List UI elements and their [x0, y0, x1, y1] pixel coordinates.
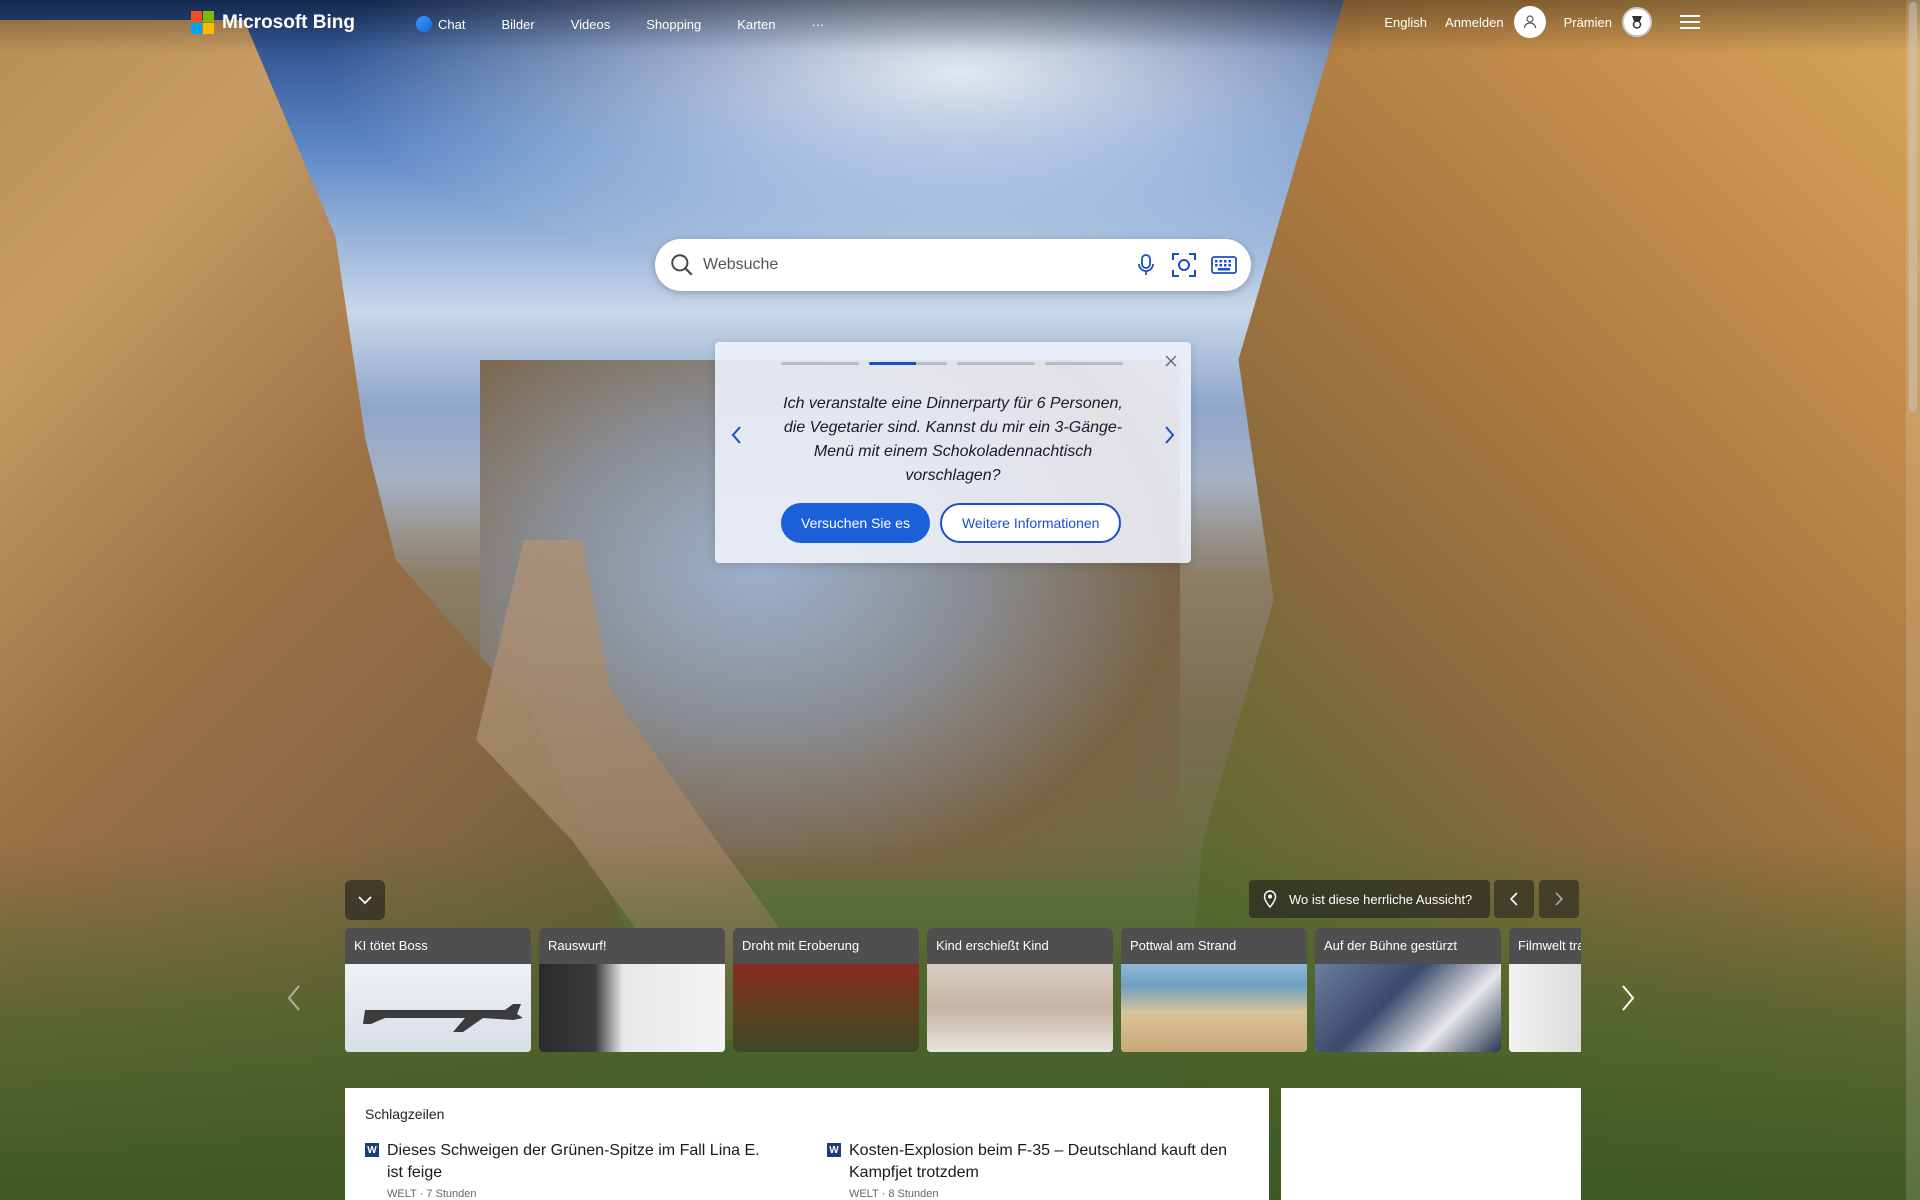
headline-item[interactable]: W Kosten-Explosion beim F-35 – Deutschla…	[827, 1140, 1233, 1200]
promo-actions: Versuchen Sie es Weitere Informationen	[781, 503, 1122, 543]
slide-indicator[interactable]	[957, 362, 1035, 365]
nav-shopping[interactable]: Shopping	[646, 16, 701, 32]
chevron-right-icon	[1555, 892, 1564, 906]
search-input[interactable]	[703, 256, 1135, 274]
more-icon: ···	[811, 16, 825, 32]
bing-logo[interactable]: Microsoft Bing	[191, 11, 355, 34]
brand-name: Microsoft Bing	[222, 11, 355, 33]
microphone-icon[interactable]	[1135, 253, 1157, 277]
headline-meta: WELT · 7 Stunden	[387, 1188, 477, 1200]
card-title: Rauswurf!	[539, 928, 725, 964]
try-it-button[interactable]: Versuchen Sie es	[781, 503, 930, 543]
card-title: KI tötet Boss	[345, 928, 531, 964]
slide-indicator[interactable]	[781, 362, 859, 365]
headlines-panel: Schlagzeilen W Dieses Schweigen der Grün…	[345, 1088, 1269, 1200]
language-link[interactable]: English	[1384, 15, 1427, 30]
chevron-down-icon	[358, 896, 372, 905]
nav-videos[interactable]: Videos	[571, 16, 611, 32]
nav-maps[interactable]: Karten	[737, 16, 775, 32]
signin-link[interactable]: Anmelden	[1445, 15, 1504, 30]
location-pin-icon	[1263, 890, 1277, 908]
headline-meta: WELT · 8 Stunden	[849, 1188, 939, 1200]
nav-more[interactable]: ···	[812, 16, 825, 32]
source-logo-icon: W	[827, 1143, 841, 1157]
card-title: Filmwelt tra	[1509, 928, 1581, 964]
card-image	[345, 964, 531, 1052]
keyboard-icon[interactable]	[1211, 255, 1237, 275]
location-question: Wo ist diese herrliche Aussicht?	[1289, 891, 1473, 907]
card-image	[539, 964, 725, 1052]
carousel-card[interactable]: KI tötet Boss	[345, 928, 531, 1052]
slide-indicator[interactable]	[1045, 362, 1123, 365]
nav-label: Karten	[737, 16, 776, 32]
rewards-link[interactable]: Prämien	[1564, 15, 1612, 30]
carousel-prev-icon[interactable]	[286, 984, 302, 1012]
nav-images[interactable]: Bilder	[501, 16, 534, 32]
carousel-card[interactable]: Rauswurf!	[539, 928, 725, 1052]
nav-label: Bilder	[501, 16, 535, 32]
nav-chat[interactable]: Chat	[416, 16, 465, 32]
news-carousel: KI tötet Boss Rauswurf! Droht mit Erober…	[345, 928, 1581, 1052]
card-image	[733, 964, 919, 1052]
headline-title: Kosten-Explosion beim F-35 – Deutschland…	[849, 1142, 1227, 1181]
collapse-feed-button[interactable]	[345, 880, 385, 920]
chevron-right-icon[interactable]	[1163, 424, 1177, 446]
user-icon[interactable]	[1513, 6, 1546, 38]
chat-icon	[416, 16, 432, 32]
image-location-button[interactable]: Wo ist diese herrliche Aussicht?	[1249, 880, 1491, 918]
carousel-card[interactable]: Droht mit Eroberung	[733, 928, 919, 1052]
previous-image-button[interactable]	[1494, 880, 1534, 918]
headline-item[interactable]: W Dieses Schweigen der Grünen-Spitze im …	[365, 1140, 771, 1200]
card-image	[1509, 964, 1581, 1052]
header: Microsoft Bing Chat Bilder Videos Shoppi…	[0, 0, 1920, 52]
source-logo-icon: W	[365, 1143, 379, 1157]
search-tools	[1135, 252, 1237, 278]
top-nav: Chat Bilder Videos Shopping Karten ···	[416, 16, 825, 32]
carousel-card[interactable]: Auf der Bühne gestürzt	[1315, 928, 1501, 1052]
carousel-card[interactable]: Pottwal am Strand	[1121, 928, 1307, 1052]
close-icon[interactable]	[1165, 355, 1177, 367]
search-icon[interactable]	[669, 252, 695, 278]
learn-more-button[interactable]: Weitere Informationen	[939, 503, 1122, 543]
microsoft-logo-icon	[191, 11, 214, 34]
header-actions: English Anmelden Prämien	[1384, 6, 1700, 38]
card-title: Pottwal am Strand	[1121, 928, 1307, 964]
carousel-card[interactable]: Kind erschießt Kind	[927, 928, 1113, 1052]
side-panel	[1281, 1088, 1581, 1200]
card-image	[927, 964, 1113, 1052]
search-box	[655, 239, 1251, 291]
nav-label: Chat	[438, 16, 466, 32]
chevron-left-icon[interactable]	[729, 424, 743, 446]
chevron-left-icon	[1509, 892, 1518, 906]
scrollbar-thumb[interactable]	[1909, 2, 1917, 412]
slide-indicator-active[interactable]	[869, 362, 947, 365]
nav-label: Shopping	[646, 16, 702, 32]
next-image-button[interactable]	[1539, 880, 1579, 918]
chat-promo-card: Ich veranstalte eine Dinnerparty für 6 P…	[715, 342, 1191, 563]
scrollbar[interactable]	[1906, 0, 1920, 1200]
card-image	[1121, 964, 1307, 1052]
carousel-next-icon[interactable]	[1620, 984, 1636, 1012]
card-title: Kind erschießt Kind	[927, 928, 1113, 964]
card-title: Droht mit Eroberung	[733, 928, 919, 964]
carousel-card[interactable]: Filmwelt tra	[1509, 928, 1581, 1052]
rewards-icon[interactable]	[1622, 7, 1652, 37]
card-title: Auf der Bühne gestürzt	[1315, 928, 1501, 964]
nav-label: Videos	[570, 16, 611, 32]
menu-icon[interactable]	[1680, 15, 1700, 29]
headlines-title: Schlagzeilen	[365, 1106, 445, 1122]
promo-text: Ich veranstalte eine Dinnerparty für 6 P…	[783, 395, 1123, 484]
card-image	[1315, 964, 1501, 1052]
headline-title: Dieses Schweigen der Grünen-Spitze im Fa…	[387, 1142, 760, 1181]
slide-progress	[781, 362, 1123, 365]
visual-search-icon[interactable]	[1171, 252, 1197, 278]
